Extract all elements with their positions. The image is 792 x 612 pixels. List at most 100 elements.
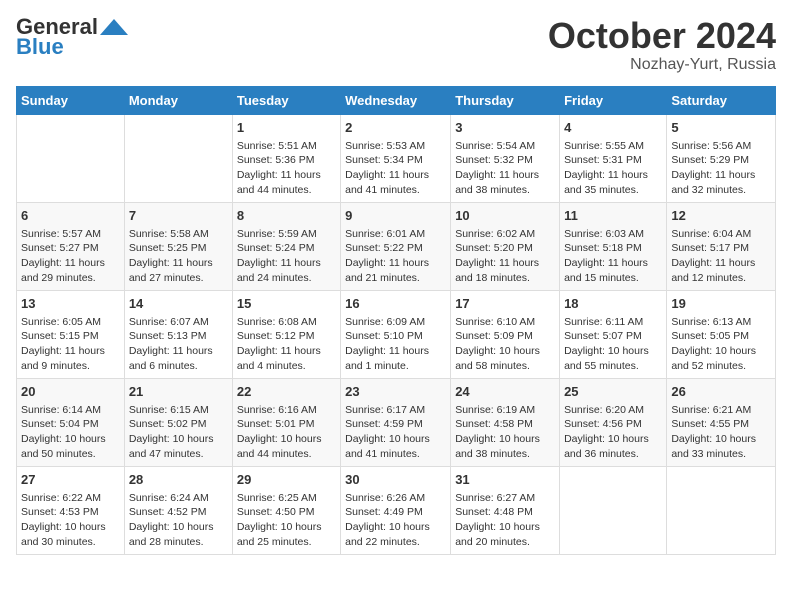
day-number: 10 [455, 207, 555, 225]
calendar-cell: 8 Sunrise: 5:59 AMSunset: 5:24 PMDaylight… [232, 202, 340, 290]
day-header-sunday: Sunday [17, 86, 125, 114]
day-number: 30 [345, 471, 446, 489]
day-header-thursday: Thursday [451, 86, 560, 114]
day-number: 25 [564, 383, 662, 401]
calendar-cell: 17 Sunrise: 6:10 AMSunset: 5:09 PMDayligh… [451, 290, 560, 378]
calendar-cell: 18 Sunrise: 6:11 AMSunset: 5:07 PMDayligh… [560, 290, 667, 378]
location: Nozhay-Yurt, Russia [548, 56, 776, 74]
calendar-cell [667, 466, 776, 554]
calendar-cell: 31 Sunrise: 6:27 AMSunset: 4:48 PMDayligh… [451, 466, 560, 554]
logo-blue: Blue [16, 36, 64, 58]
day-number: 3 [455, 119, 555, 137]
calendar-cell [17, 114, 125, 202]
calendar-cell: 15Sunrise: 6:08 AMSunset: 5:12 PMDayligh… [232, 290, 340, 378]
calendar-cell: 6Sunrise: 5:57 AMSunset: 5:27 PMDaylight… [17, 202, 125, 290]
calendar-cell: 3 Sunrise: 5:54 AMSunset: 5:32 PMDaylight… [451, 114, 560, 202]
day-number: 24 [455, 383, 555, 401]
calendar-cell: 10 Sunrise: 6:02 AMSunset: 5:20 PMDayligh… [451, 202, 560, 290]
week-row-4: 27Sunrise: 6:22 AMSunset: 4:53 PMDayligh… [17, 466, 776, 554]
cell-content: Sunrise: 6:09 AMSunset: 5:10 PMDaylight:… [345, 316, 429, 372]
day-number: 7 [129, 207, 228, 225]
week-row-3: 20 Sunrise: 6:14 AMSunset: 5:04 PMDayligh… [17, 378, 776, 466]
calendar-cell: 5Sunrise: 5:56 AMSunset: 5:29 PMDaylight… [667, 114, 776, 202]
day-number: 18 [564, 295, 662, 313]
cell-content: Sunrise: 6:10 AMSunset: 5:09 PMDaylight:… [455, 316, 540, 372]
day-number: 31 [455, 471, 555, 489]
day-number: 1 [237, 119, 336, 137]
day-number: 19 [671, 295, 771, 313]
day-number: 12 [671, 207, 771, 225]
calendar-table: SundayMondayTuesdayWednesdayThursdayFrid… [16, 86, 776, 555]
cell-content: Sunrise: 6:04 AMSunset: 5:17 PMDaylight:… [671, 228, 755, 284]
cell-content: Sunrise: 6:02 AMSunset: 5:20 PMDaylight:… [455, 228, 539, 284]
day-number: 20 [21, 383, 120, 401]
cell-content: Sunrise: 5:51 AMSunset: 5:36 PMDaylight:… [237, 140, 321, 196]
calendar-cell: 27Sunrise: 6:22 AMSunset: 4:53 PMDayligh… [17, 466, 125, 554]
cell-content: Sunrise: 6:27 AMSunset: 4:48 PMDaylight:… [455, 492, 540, 548]
calendar-cell: 25 Sunrise: 6:20 AMSunset: 4:56 PMDayligh… [560, 378, 667, 466]
calendar-cell: 16Sunrise: 6:09 AMSunset: 5:10 PMDayligh… [341, 290, 451, 378]
calendar-cell: 19 Sunrise: 6:13 AMSunset: 5:05 PMDayligh… [667, 290, 776, 378]
cell-content: Sunrise: 6:25 AMSunset: 4:50 PMDaylight:… [237, 492, 322, 548]
calendar-cell: 20 Sunrise: 6:14 AMSunset: 5:04 PMDayligh… [17, 378, 125, 466]
cell-content: Sunrise: 6:14 AMSunset: 5:04 PMDaylight:… [21, 404, 106, 460]
day-number: 22 [237, 383, 336, 401]
title-section: October 2024 Nozhay-Yurt, Russia [548, 16, 776, 74]
cell-content: Sunrise: 6:13 AMSunset: 5:05 PMDaylight:… [671, 316, 756, 372]
logo: General Blue [16, 16, 128, 58]
cell-content: Sunrise: 6:15 AMSunset: 5:02 PMDaylight:… [129, 404, 214, 460]
day-header-wednesday: Wednesday [341, 86, 451, 114]
day-number: 9 [345, 207, 446, 225]
calendar-cell: 2Sunrise: 5:53 AMSunset: 5:34 PMDaylight… [341, 114, 451, 202]
cell-content: Sunrise: 6:03 AMSunset: 5:18 PMDaylight:… [564, 228, 648, 284]
cell-content: Sunrise: 6:26 AMSunset: 4:49 PMDaylight:… [345, 492, 430, 548]
cell-content: Sunrise: 6:16 AMSunset: 5:01 PMDaylight:… [237, 404, 322, 460]
calendar-header: SundayMondayTuesdayWednesdayThursdayFrid… [17, 86, 776, 114]
cell-content: Sunrise: 5:54 AMSunset: 5:32 PMDaylight:… [455, 140, 539, 196]
cell-content: Sunrise: 5:56 AMSunset: 5:29 PMDaylight:… [671, 140, 755, 196]
day-number: 14 [129, 295, 228, 313]
calendar-cell: 26 Sunrise: 6:21 AMSunset: 4:55 PMDayligh… [667, 378, 776, 466]
day-header-monday: Monday [124, 86, 232, 114]
cell-content: Sunrise: 6:17 AMSunset: 4:59 PMDaylight:… [345, 404, 430, 460]
calendar-cell: 4Sunrise: 5:55 AMSunset: 5:31 PMDaylight… [560, 114, 667, 202]
cell-content: Sunrise: 6:22 AMSunset: 4:53 PMDaylight:… [21, 492, 106, 548]
logo-icon [100, 17, 128, 37]
day-number: 2 [345, 119, 446, 137]
day-number: 26 [671, 383, 771, 401]
day-number: 4 [564, 119, 662, 137]
day-number: 11 [564, 207, 662, 225]
cell-content: Sunrise: 6:21 AMSunset: 4:55 PMDaylight:… [671, 404, 756, 460]
calendar-cell: 1 Sunrise: 5:51 AMSunset: 5:36 PMDaylight… [232, 114, 340, 202]
day-number: 21 [129, 383, 228, 401]
day-number: 23 [345, 383, 446, 401]
cell-content: Sunrise: 6:11 AMSunset: 5:07 PMDaylight:… [564, 316, 649, 372]
cell-content: Sunrise: 5:59 AMSunset: 5:24 PMDaylight:… [237, 228, 321, 284]
calendar-cell: 30 Sunrise: 6:26 AMSunset: 4:49 PMDayligh… [341, 466, 451, 554]
calendar-cell: 29 Sunrise: 6:25 AMSunset: 4:50 PMDayligh… [232, 466, 340, 554]
calendar-cell: 7 Sunrise: 5:58 AMSunset: 5:25 PMDaylight… [124, 202, 232, 290]
cell-content: Sunrise: 6:19 AMSunset: 4:58 PMDaylight:… [455, 404, 540, 460]
cell-content: Sunrise: 6:07 AMSunset: 5:13 PMDaylight:… [129, 316, 213, 372]
day-header-friday: Friday [560, 86, 667, 114]
calendar-cell: 23 Sunrise: 6:17 AMSunset: 4:59 PMDayligh… [341, 378, 451, 466]
month-year: October 2024 [548, 16, 776, 56]
cell-content: Sunrise: 6:20 AMSunset: 4:56 PMDaylight:… [564, 404, 649, 460]
week-row-0: 1 Sunrise: 5:51 AMSunset: 5:36 PMDaylight… [17, 114, 776, 202]
day-header-tuesday: Tuesday [232, 86, 340, 114]
calendar-cell: 24 Sunrise: 6:19 AMSunset: 4:58 PMDayligh… [451, 378, 560, 466]
calendar-cell: 12 Sunrise: 6:04 AMSunset: 5:17 PMDayligh… [667, 202, 776, 290]
calendar-body: 1 Sunrise: 5:51 AMSunset: 5:36 PMDaylight… [17, 114, 776, 554]
day-number: 17 [455, 295, 555, 313]
calendar-cell: 14 Sunrise: 6:07 AMSunset: 5:13 PMDayligh… [124, 290, 232, 378]
cell-content: Sunrise: 5:58 AMSunset: 5:25 PMDaylight:… [129, 228, 213, 284]
day-number: 6 [21, 207, 120, 225]
cell-content: Sunrise: 6:05 AMSunset: 5:15 PMDaylight:… [21, 316, 105, 372]
calendar-cell: 21 Sunrise: 6:15 AMSunset: 5:02 PMDayligh… [124, 378, 232, 466]
page-header: General Blue October 2024 Nozhay-Yurt, R… [16, 16, 776, 74]
day-number: 28 [129, 471, 228, 489]
cell-content: Sunrise: 6:01 AMSunset: 5:22 PMDaylight:… [345, 228, 429, 284]
day-number: 8 [237, 207, 336, 225]
day-number: 29 [237, 471, 336, 489]
week-row-2: 13Sunrise: 6:05 AMSunset: 5:15 PMDayligh… [17, 290, 776, 378]
